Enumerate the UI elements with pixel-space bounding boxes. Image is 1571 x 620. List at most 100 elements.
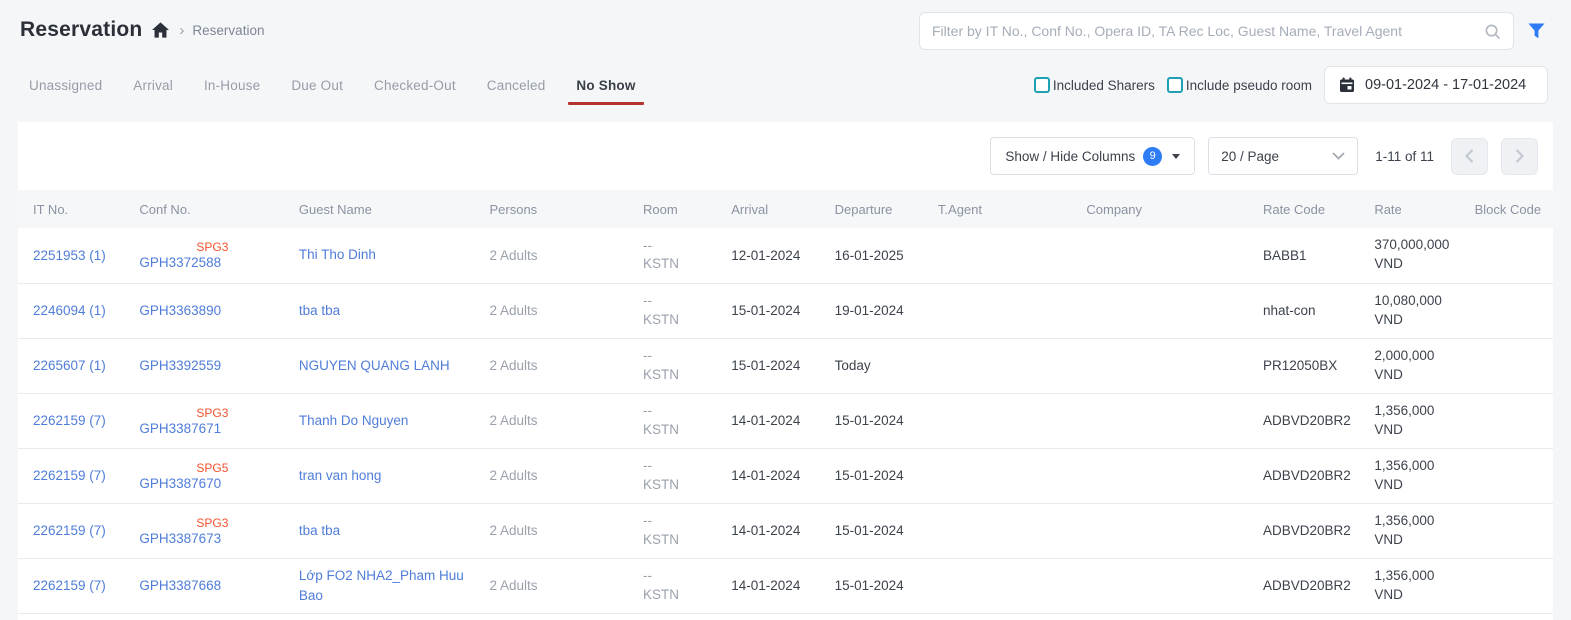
cell-arrival: 14-01-2024 bbox=[723, 448, 826, 503]
guest-name-link[interactable]: Thanh Do Nguyen bbox=[299, 413, 409, 428]
title-group: Reservation › Reservation bbox=[20, 12, 264, 42]
tab-canceled[interactable]: Canceled bbox=[485, 60, 548, 110]
calendar-icon bbox=[1339, 77, 1355, 93]
cell-rate-code: BABB1 bbox=[1255, 228, 1366, 283]
tab-unassigned[interactable]: Unassigned bbox=[27, 60, 104, 110]
conf-no-link[interactable]: GPH3387668 bbox=[139, 578, 221, 593]
checkbox-icon[interactable] bbox=[1167, 77, 1183, 93]
table-row[interactable]: 2262159 (7) SPG3GPH3387673 tba tba 2 Adults… bbox=[18, 503, 1553, 558]
cell-room: --KSTN bbox=[635, 338, 723, 393]
table-row[interactable]: 2246094 (1)GPH3363890tba tba2 Adults--KS… bbox=[18, 283, 1553, 338]
cell-rate: 10,080,000VND bbox=[1366, 283, 1466, 338]
cell-conf-no: SPG5GPH3387670 bbox=[131, 448, 291, 503]
cell-company bbox=[1078, 228, 1255, 283]
conf-no-link[interactable]: GPH3363890 bbox=[139, 303, 221, 318]
room-type: KSTN bbox=[643, 311, 715, 329]
table-toolbar: Show / Hide Columns 9 20 / Page 1-11 of … bbox=[18, 122, 1553, 190]
it-no-link[interactable]: 2262159 (7) bbox=[33, 578, 106, 593]
checkbox-icon[interactable] bbox=[1034, 77, 1050, 93]
column-header-block-code: Block Code bbox=[1467, 190, 1553, 228]
cell-persons: 2 Adults bbox=[481, 503, 635, 558]
conf-no-link[interactable]: GPH3387671 bbox=[139, 421, 221, 436]
conf-tag: SPG3 bbox=[196, 240, 283, 254]
rate-currency: VND bbox=[1374, 366, 1458, 385]
tab-arrival[interactable]: Arrival bbox=[131, 60, 175, 110]
guest-name-link[interactable]: Thi Tho Dinh bbox=[299, 247, 376, 262]
search-input[interactable] bbox=[932, 23, 1484, 39]
cell-departure: 15-01-2024 bbox=[827, 503, 930, 558]
checkbox-include-pseudo-room[interactable]: Include pseudo room bbox=[1167, 77, 1312, 93]
it-no-link[interactable]: 2262159 (7) bbox=[33, 523, 106, 538]
cell-block-code bbox=[1467, 338, 1553, 393]
room-type: KSTN bbox=[643, 476, 715, 494]
search-icon[interactable] bbox=[1484, 23, 1501, 40]
filter-icon[interactable] bbox=[1528, 23, 1545, 39]
guest-name-link[interactable]: tba tba bbox=[299, 523, 340, 538]
conf-no-link[interactable]: GPH3372588 bbox=[139, 255, 221, 270]
guest-name-link[interactable]: NGUYEN QUANG LANH bbox=[299, 358, 450, 373]
cell-rate-code: ADBVD20BR2 bbox=[1255, 448, 1366, 503]
search-box[interactable] bbox=[919, 12, 1514, 50]
it-no-link[interactable]: 2265607 (1) bbox=[33, 358, 106, 373]
guest-name-link[interactable]: tba tba bbox=[299, 303, 340, 318]
rate-currency: VND bbox=[1374, 476, 1458, 495]
cell-persons: 2 Adults bbox=[481, 228, 635, 283]
date-range-picker[interactable]: 09-01-2024 - 17-01-2024 bbox=[1324, 66, 1548, 104]
conf-tag: SPG5 bbox=[196, 461, 283, 475]
cell-conf-no: SPG3GPH3387671 bbox=[131, 393, 291, 448]
tab-checked-out[interactable]: Checked-Out bbox=[372, 60, 458, 110]
page-size-value: 20 / Page bbox=[1221, 149, 1279, 164]
cell-conf-no: GPH3392559 bbox=[131, 338, 291, 393]
next-page-button[interactable] bbox=[1501, 138, 1538, 175]
cell-rate-code: ADBVD20BR2 bbox=[1255, 393, 1366, 448]
cell-t-agent bbox=[930, 338, 1078, 393]
it-no-link[interactable]: 2246094 (1) bbox=[33, 303, 106, 318]
it-no-link[interactable]: 2262159 (7) bbox=[33, 413, 106, 428]
column-header-t-agent: T.Agent bbox=[930, 190, 1078, 228]
table-row[interactable]: 2262159 (7) GPH3387668 Lớp FO2 NHA2_Pham H… bbox=[18, 558, 1553, 613]
guest-name-link[interactable]: tran van hong bbox=[299, 468, 382, 483]
table-row[interactable]: 2251953 (1) SPG3GPH3372588 Thi Tho Dinh 2 A… bbox=[18, 228, 1553, 283]
cell-conf-no: SPG3GPH3387673 bbox=[131, 503, 291, 558]
page-size-select[interactable]: 20 / Page bbox=[1208, 137, 1358, 175]
table-row[interactable]: 2262159 (7)SPG5GPH3387670tran van hong2 … bbox=[18, 448, 1553, 503]
rate-amount: 1,356,000 bbox=[1374, 512, 1458, 531]
conf-tag: SPG3 bbox=[196, 516, 283, 530]
conf-no-link[interactable]: GPH3392559 bbox=[139, 358, 221, 373]
table-row[interactable]: 2265607 (1) GPH3392559 NGUYEN QUANG LANH 2 … bbox=[18, 338, 1553, 393]
home-icon[interactable] bbox=[152, 22, 169, 38]
column-header-rate: Rate bbox=[1366, 190, 1466, 228]
cell-rate: 1,356,000VND bbox=[1366, 448, 1466, 503]
cell-guest-name: Thanh Do Nguyen bbox=[291, 393, 482, 448]
tab-due-out[interactable]: Due Out bbox=[289, 60, 345, 110]
room-type: KSTN bbox=[643, 586, 715, 604]
previous-page-button[interactable] bbox=[1451, 138, 1488, 175]
cell-guest-name: tba tba bbox=[291, 283, 482, 338]
tab-no-show[interactable]: No Show bbox=[574, 60, 637, 110]
cell-t-agent bbox=[930, 558, 1078, 613]
chevron-down-icon bbox=[1332, 152, 1345, 160]
table-row[interactable]: 2262159 (7) SPG3GPH3387671 Thanh Do Nguyen… bbox=[18, 393, 1553, 448]
checkbox-included-sharers[interactable]: Included Sharers bbox=[1034, 77, 1155, 93]
cell-it-no: 2262159 (7) bbox=[18, 558, 131, 613]
room-status: -- bbox=[643, 457, 715, 475]
tabs-filter-row: Unassigned Arrival In-House Due Out Checked-… bbox=[0, 60, 1571, 110]
column-header-conf-no-: Conf No. bbox=[131, 190, 291, 228]
rate-currency: VND bbox=[1374, 586, 1458, 605]
conf-no-link[interactable]: GPH3387670 bbox=[139, 476, 221, 491]
cell-room: --KSTN bbox=[635, 228, 723, 283]
room-status: -- bbox=[643, 512, 715, 530]
it-no-link[interactable]: 2262159 (7) bbox=[33, 468, 106, 483]
show-hide-columns-button[interactable]: Show / Hide Columns 9 bbox=[990, 137, 1195, 175]
tab-in-house[interactable]: In-House bbox=[202, 60, 262, 110]
guest-name-link[interactable]: Lớp FO2 NHA2_Pham Huu Bao bbox=[299, 568, 464, 603]
cell-persons: 2 Adults bbox=[481, 338, 635, 393]
breadcrumb-item[interactable]: Reservation bbox=[192, 23, 264, 38]
cell-t-agent bbox=[930, 228, 1078, 283]
column-header-persons: Persons bbox=[481, 190, 635, 228]
conf-no-link[interactable]: GPH3387673 bbox=[139, 531, 221, 546]
it-no-link[interactable]: 2251953 (1) bbox=[33, 248, 106, 263]
cell-company bbox=[1078, 558, 1255, 613]
rate-currency: VND bbox=[1374, 421, 1458, 440]
column-header-arrival: Arrival bbox=[723, 190, 826, 228]
